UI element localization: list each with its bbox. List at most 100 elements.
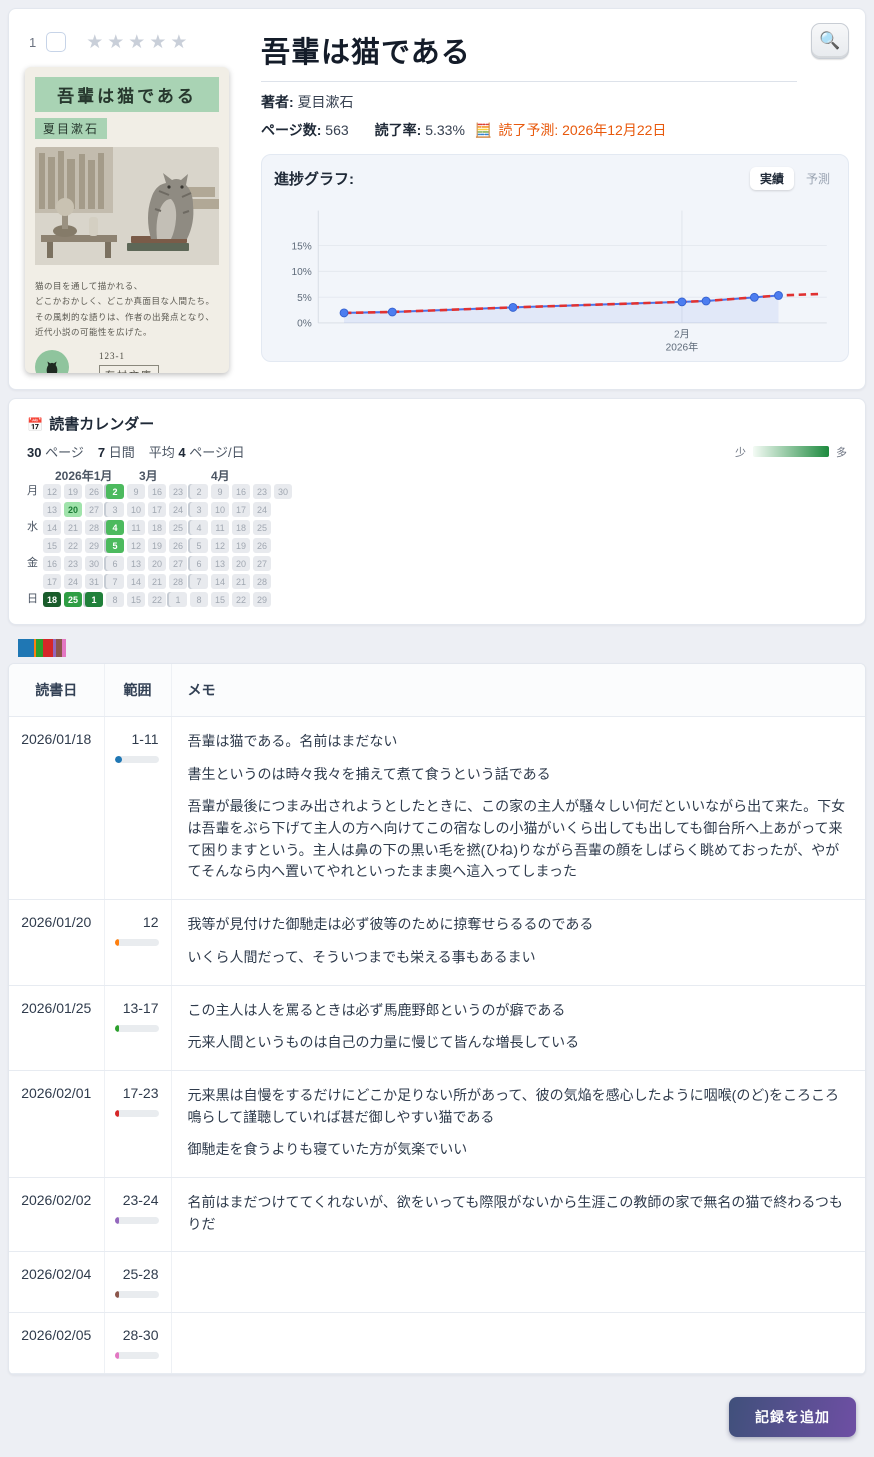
calendar-day-cell[interactable]: 6 [106, 556, 124, 571]
calendar-day-cell[interactable]: 24 [64, 574, 82, 589]
calendar-day-cell[interactable]: 25 [169, 520, 187, 535]
select-checkbox[interactable] [46, 32, 67, 52]
calendar-day-cell[interactable]: 23 [64, 556, 82, 571]
calendar-day-cell[interactable]: 29 [253, 592, 271, 607]
calendar-day-cell[interactable]: 7 [106, 574, 124, 589]
calendar-day-cell[interactable]: 21 [64, 520, 82, 535]
calendar-day-cell[interactable]: 5 [190, 538, 208, 553]
calendar-day-cell[interactable]: 20 [232, 556, 250, 571]
calendar-day-cell[interactable]: 19 [64, 484, 82, 499]
calendar-day-cell[interactable]: 28 [169, 574, 187, 589]
calendar-day-cell[interactable]: 26 [169, 538, 187, 553]
calendar-day-cell[interactable]: 13 [211, 556, 229, 571]
tab-forecast[interactable]: 予測 [800, 167, 836, 190]
memo-paragraph: 吾輩は猫である。名前はまだない [187, 733, 398, 749]
calendar-day-cell[interactable]: 3 [190, 502, 208, 517]
calendar-day-cell[interactable]: 12 [43, 484, 61, 499]
calendar-day-cell[interactable]: 14 [211, 574, 229, 589]
calendar-dow-label: 日 [27, 593, 38, 605]
calendar-day-cell[interactable]: 15 [127, 592, 145, 607]
calendar-day-cell[interactable]: 10 [127, 502, 145, 517]
calendar-day-cell[interactable]: 18 [232, 520, 250, 535]
cover-publisher: 有村文庫 [99, 365, 159, 373]
calendar-day-cell[interactable]: 2 [190, 484, 208, 499]
calendar-day-cell[interactable]: 6 [190, 556, 208, 571]
calendar-day-cell[interactable]: 31 [85, 574, 103, 589]
add-record-button[interactable]: 記録を追加 [729, 1397, 856, 1438]
calendar-day-cell[interactable]: 12 [127, 538, 145, 553]
calendar-day-cell[interactable]: 5 [106, 538, 124, 553]
calendar-day-cell[interactable]: 27 [169, 556, 187, 571]
calendar-day-cell[interactable]: 16 [232, 484, 250, 499]
record-range-value: 23-24 [122, 1191, 159, 1208]
calendar-day-cell[interactable]: 13 [127, 556, 145, 571]
tab-actual[interactable]: 実績 [749, 167, 794, 190]
calendar-day-cell[interactable]: 30 [85, 556, 103, 571]
calendar-day-cell[interactable]: 23 [169, 484, 187, 499]
calendar-day-cell[interactable]: 22 [148, 592, 166, 607]
calendar-day-cell[interactable]: 21 [148, 574, 166, 589]
calendar-day-cell[interactable]: 24 [253, 502, 271, 517]
calendar-day-cell[interactable]: 15 [211, 592, 229, 607]
page-title: 吾輩は猫である [261, 37, 471, 69]
calendar-day-cell[interactable]: 28 [85, 520, 103, 535]
calendar-day-cell[interactable]: 22 [232, 592, 250, 607]
calendar-day-cell[interactable]: 13 [43, 502, 61, 517]
calendar-day-cell[interactable]: 14 [43, 520, 61, 535]
record-date: 2026/02/04 [9, 1251, 104, 1314]
calendar-day-cell[interactable]: 26 [85, 484, 103, 499]
session-color-strip [18, 639, 66, 657]
calendar-day-cell[interactable]: 16 [43, 556, 61, 571]
calendar-day-cell[interactable]: 1 [85, 592, 103, 607]
calendar-day-cell[interactable]: 2 [106, 484, 124, 499]
calendar-day-cell[interactable]: 8 [190, 592, 208, 607]
star-rating[interactable]: ★★★★★ [86, 31, 191, 54]
memo-paragraph: 元来人間というものは自己の力量に慢じて皆んな増長している [187, 1034, 580, 1051]
calendar-day-cell[interactable]: 17 [43, 574, 61, 589]
search-button[interactable]: 🔍 [811, 23, 849, 59]
calendar-day-cell[interactable]: 12 [211, 538, 229, 553]
svg-text:0%: 0% [297, 319, 312, 330]
calendar-day-cell[interactable]: 20 [148, 556, 166, 571]
calendar-day-cell[interactable]: 26 [253, 538, 271, 553]
calendar-week-row: 水 14 21 28 4 11 18 25 4 11 18 25 [27, 520, 847, 535]
calendar-day-cell[interactable]: 18 [148, 520, 166, 535]
calendar-day-cell[interactable]: 16 [148, 484, 166, 499]
rate-value: 5.33% [425, 122, 465, 138]
calendar-day-cell[interactable]: 9 [211, 484, 229, 499]
calendar-day-cell[interactable]: 20 [64, 502, 82, 517]
calendar-icon: 📅 [27, 417, 44, 432]
calendar-day-cell[interactable]: 27 [253, 556, 271, 571]
calendar-day-cell[interactable]: 3 [106, 502, 124, 517]
calendar-day-cell[interactable]: 27 [85, 502, 103, 517]
calendar-day-cell[interactable]: 19 [148, 538, 166, 553]
calendar-day-cell[interactable]: 17 [232, 502, 250, 517]
record-range: 12 [103, 899, 172, 986]
svg-text:2026年: 2026年 [666, 341, 699, 354]
record-range: 25-28 [103, 1251, 172, 1314]
calendar-day-cell[interactable]: 15 [43, 538, 61, 553]
calendar-day-cell[interactable]: 9 [127, 484, 145, 499]
calendar-day-cell[interactable]: 8 [106, 592, 124, 607]
calendar-day-cell[interactable]: 17 [148, 502, 166, 517]
calendar-day-cell[interactable]: 25 [253, 520, 271, 535]
calendar-day-cell[interactable]: 21 [232, 574, 250, 589]
calendar-day-cell[interactable]: 10 [211, 502, 229, 517]
calendar-day-cell[interactable]: 25 [64, 592, 82, 607]
calendar-day-cell[interactable]: 18 [43, 592, 61, 607]
calendar-day-cell[interactable]: 4 [190, 520, 208, 535]
calendar-day-cell[interactable]: 7 [190, 574, 208, 589]
calendar-day-cell[interactable]: 23 [253, 484, 271, 499]
calendar-day-cell[interactable]: 24 [169, 502, 187, 517]
calendar-day-cell[interactable]: 11 [211, 520, 229, 535]
calendar-dow-label [27, 574, 43, 589]
calendar-day-cell[interactable]: 29 [85, 538, 103, 553]
calendar-day-cell[interactable]: 30 [274, 484, 292, 499]
calendar-day-cell[interactable]: 4 [106, 520, 124, 535]
calendar-day-cell[interactable]: 11 [127, 520, 145, 535]
calendar-day-cell[interactable]: 22 [64, 538, 82, 553]
calendar-day-cell[interactable]: 1 [169, 592, 187, 607]
calendar-day-cell[interactable]: 14 [127, 574, 145, 589]
calendar-day-cell[interactable]: 19 [232, 538, 250, 553]
calendar-day-cell[interactable]: 28 [253, 574, 271, 589]
